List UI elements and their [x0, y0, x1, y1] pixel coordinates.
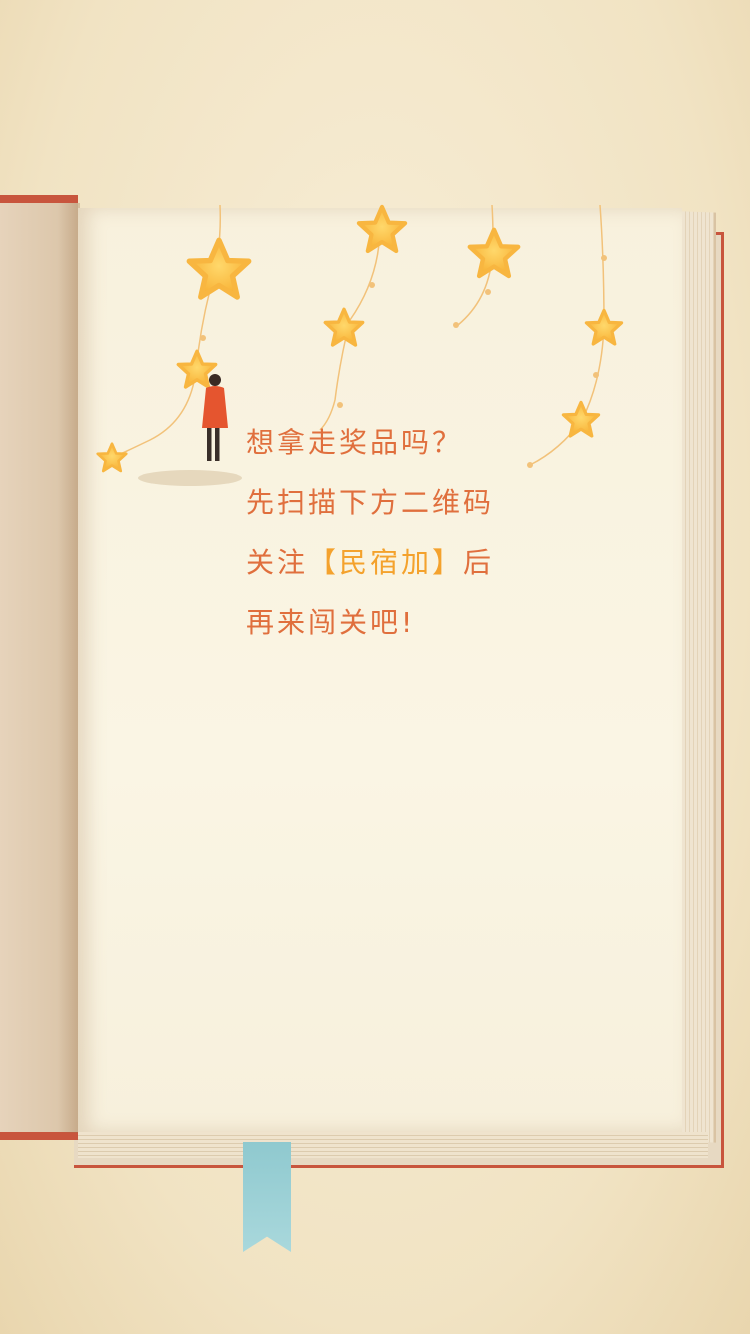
message-line-2: 先扫描下方二维码 [246, 486, 495, 519]
book-page-bottom-edges [78, 1132, 708, 1158]
after-text: 后 [463, 546, 495, 579]
bookmark-ribbon [243, 1142, 291, 1252]
star-icon [323, 307, 365, 347]
star-icon [189, 240, 248, 297]
star-icon [359, 207, 405, 251]
message-line-4: 再来闯关吧! [246, 606, 416, 639]
star-icon [584, 308, 624, 346]
person-figure [138, 374, 242, 486]
star-icon [96, 442, 128, 473]
promo-message: 想拿走奖品吗？ 先扫描下方二维码 关注【民宿加】后 再来闯关吧! [246, 420, 686, 660]
brand-name: 【民宿加】 [308, 546, 464, 579]
message-line-3: 关注【民宿加】后 [246, 540, 686, 600]
star-icon [470, 230, 518, 276]
follow-text: 关注 [246, 546, 309, 579]
message-line-1: 想拿走奖品吗？ [246, 426, 464, 459]
